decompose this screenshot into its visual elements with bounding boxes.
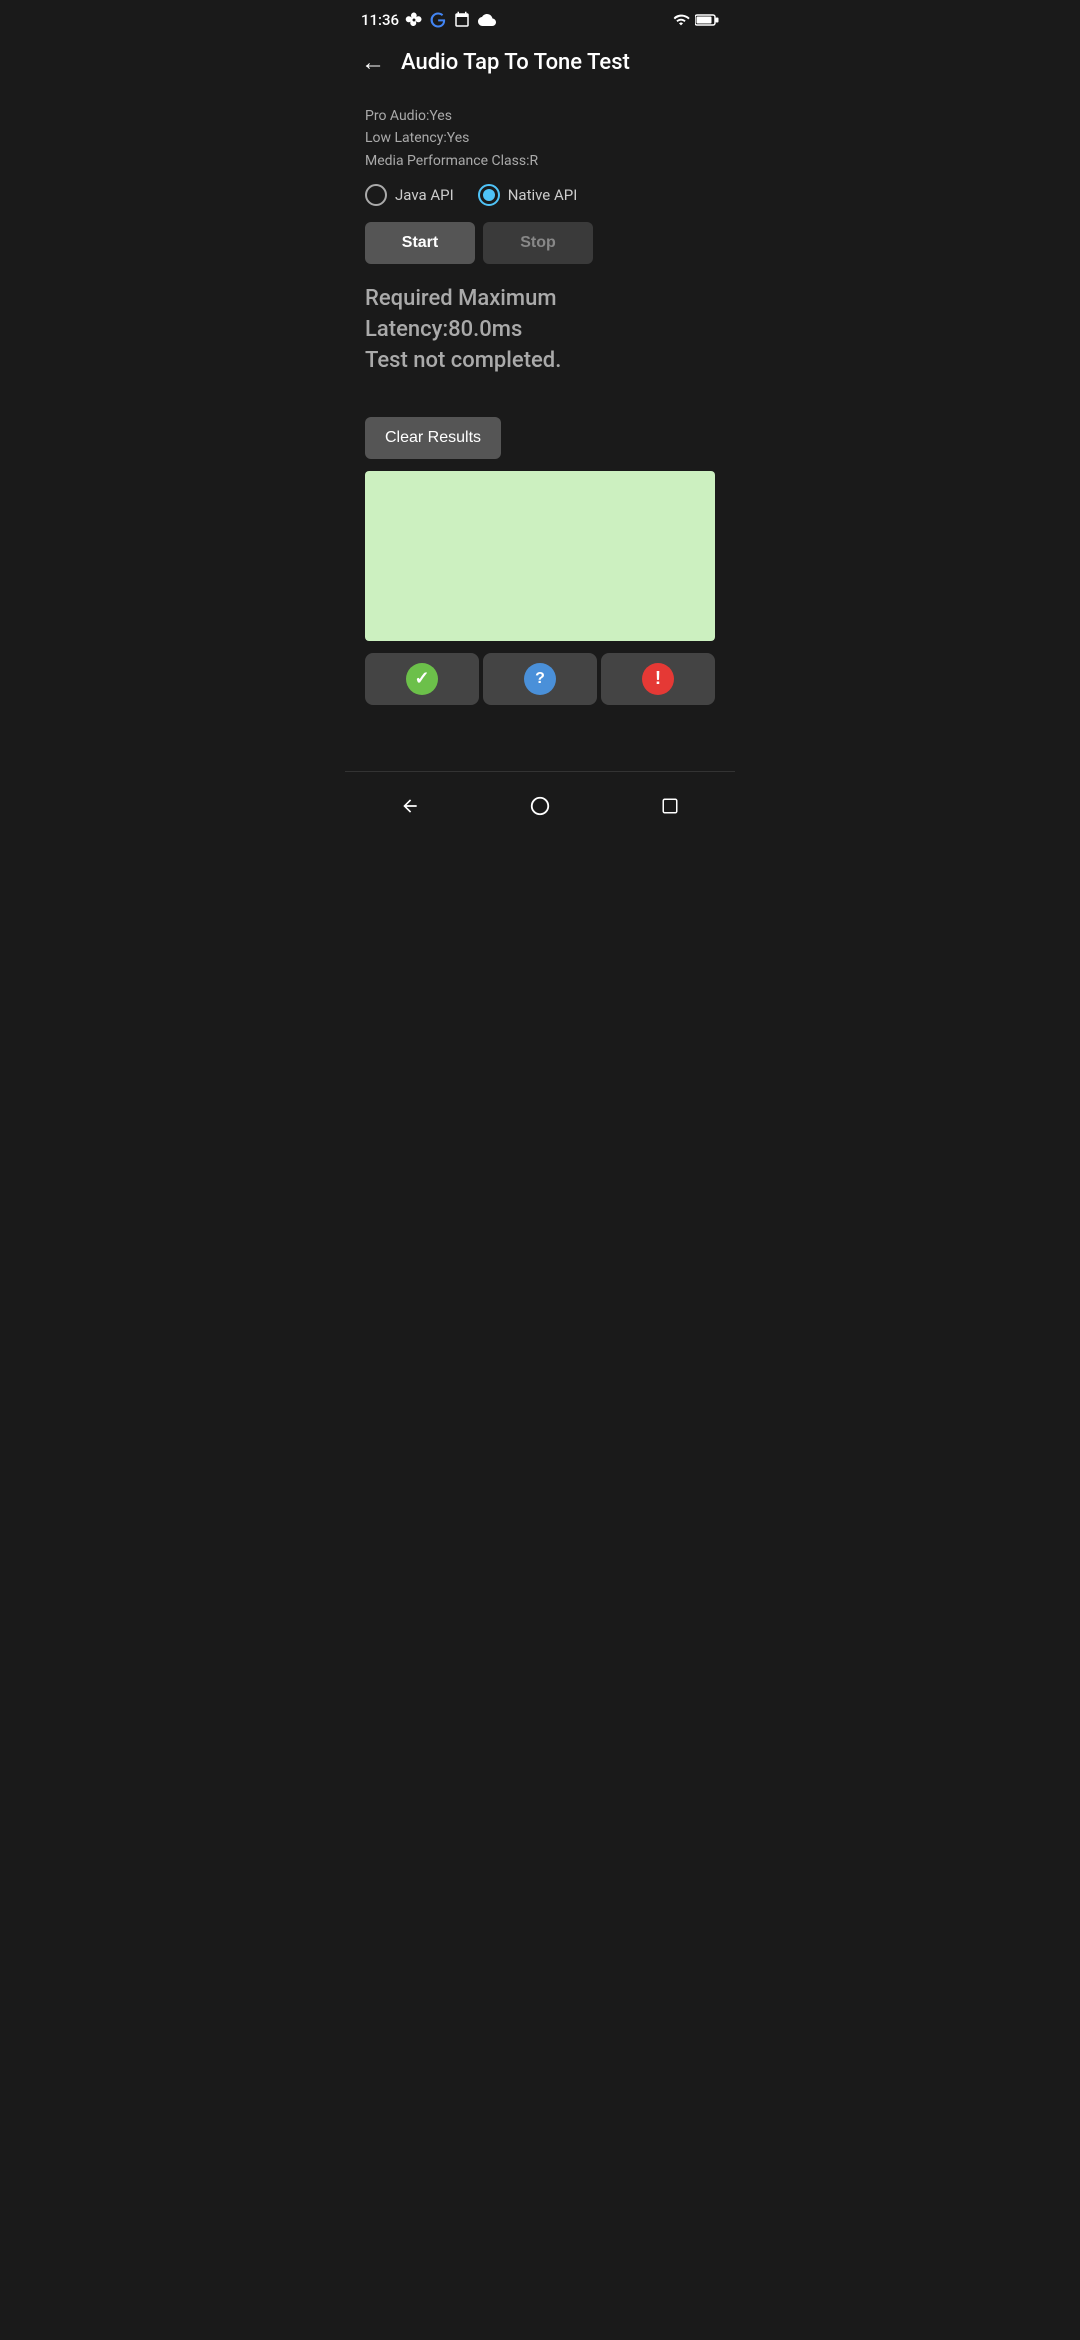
main-content: Pro Audio:Yes Low Latency:Yes Media Perf… (345, 89, 735, 771)
status-line1: Required Maximum Latency:80.0ms (365, 284, 715, 346)
nav-back-icon (400, 796, 420, 816)
nav-back-button[interactable] (388, 784, 432, 828)
check-icon: ✓ (406, 663, 438, 695)
stop-button[interactable]: Stop (483, 222, 593, 264)
radio-native-circle[interactable] (478, 184, 500, 206)
action-exclamation-button[interactable]: ! (601, 653, 715, 705)
info-pro-audio: Pro Audio:Yes (365, 105, 715, 127)
media-perf-label: Media Performance Class:R (365, 153, 538, 169)
status-line2: Test not completed. (365, 346, 715, 377)
pro-audio-label: Pro Audio:Yes (365, 108, 452, 124)
button-row: Start Stop (365, 222, 715, 264)
calendar-icon (453, 11, 471, 29)
result-canvas (365, 471, 715, 641)
fan-icon (405, 11, 423, 29)
start-button[interactable]: Start (365, 222, 475, 264)
info-media-perf: Media Performance Class:R (365, 150, 715, 172)
app-title: Audio Tap To Tone Test (401, 50, 630, 75)
radio-native-label: Native API (508, 186, 578, 204)
nav-recent-button[interactable] (648, 784, 692, 828)
question-icon: ? (524, 663, 556, 695)
status-time: 11:36 (361, 11, 399, 29)
nav-home-icon (529, 795, 551, 817)
radio-native-api[interactable]: Native API (478, 184, 578, 206)
status-bar: 11:36 (345, 0, 735, 36)
google-icon (429, 11, 447, 29)
radio-group: Java API Native API (365, 184, 715, 206)
action-question-button[interactable]: ? (483, 653, 597, 705)
status-left: 11:36 (361, 11, 497, 29)
status-text: Required Maximum Latency:80.0ms Test not… (365, 284, 715, 376)
exclamation-icon: ! (642, 663, 674, 695)
radio-java-label: Java API (395, 186, 454, 204)
low-latency-label: Low Latency:Yes (365, 130, 469, 146)
bottom-actions: ✓ ? ! (365, 653, 715, 705)
app-bar: ← Audio Tap To Tone Test (345, 36, 735, 89)
nav-home-button[interactable] (518, 784, 562, 828)
status-right-icons (671, 12, 719, 28)
radio-java-circle[interactable] (365, 184, 387, 206)
cloud-icon (477, 11, 497, 29)
radio-java-api[interactable]: Java API (365, 184, 454, 206)
wifi-icon (671, 12, 691, 28)
back-button[interactable]: ← (361, 48, 385, 77)
nav-bar (345, 771, 735, 844)
nav-recent-icon (661, 797, 679, 815)
clear-results-button[interactable]: Clear Results (365, 417, 501, 459)
action-check-button[interactable]: ✓ (365, 653, 479, 705)
info-low-latency: Low Latency:Yes (365, 127, 715, 149)
battery-icon (695, 12, 719, 28)
